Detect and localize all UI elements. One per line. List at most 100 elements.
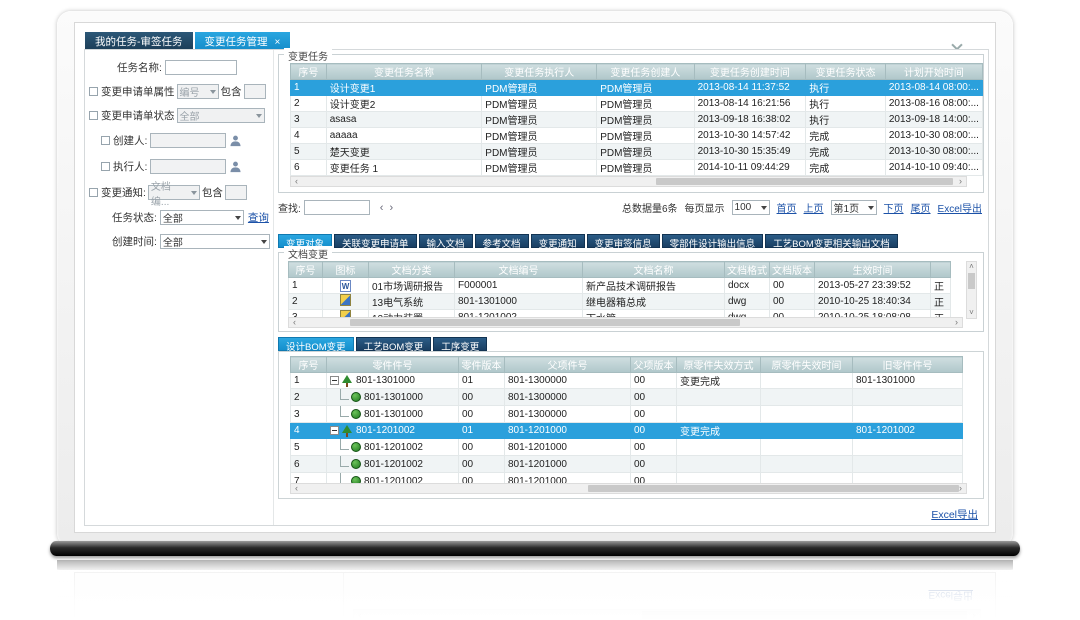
tab-my-tasks[interactable]: 我的任务-审签任务	[85, 32, 193, 49]
request-attr-dropdown[interactable]: 编号	[177, 84, 219, 99]
bom-tab-2[interactable]: 工艺BOM变更	[356, 337, 432, 351]
notice-dropdown[interactable]: 文档编...	[148, 185, 200, 200]
column-header[interactable]: 零件件号	[327, 357, 459, 373]
scroll-thumb[interactable]	[350, 319, 740, 326]
detail-tab-5[interactable]: 变更通知	[531, 234, 585, 248]
column-header[interactable]: 原零件失效时间	[761, 357, 853, 373]
doc-hscrollbar[interactable]: ‹ ›	[288, 317, 963, 328]
bom-tab-1[interactable]: 设计BOM变更	[278, 337, 354, 351]
table-row[interactable]: 3asasaPDM管理员PDM管理员2013-09-18 16:38:02执行2…	[291, 112, 983, 128]
table-row[interactable]: 3801-130100000801-130000000	[291, 406, 963, 423]
column-header[interactable]: 文档格式	[725, 262, 770, 278]
collapse-node-icon[interactable]	[330, 426, 339, 435]
find-next-icon[interactable]: ›	[389, 202, 393, 214]
column-header[interactable]: 文档名称	[583, 262, 725, 278]
creator-input[interactable]	[150, 133, 226, 148]
column-header[interactable]: 文档分类	[369, 262, 455, 278]
find-input[interactable]	[304, 200, 370, 215]
excel-export-link[interactable]: Excel导出	[938, 200, 982, 215]
column-header[interactable]: 序号	[291, 357, 327, 373]
query-link[interactable]: 查询	[248, 210, 269, 225]
table-row[interactable]: 1W01市场调研报告F000001新产品技术调研报告docx002013-05-…	[289, 278, 951, 294]
first-page-link[interactable]: 首页	[777, 200, 797, 215]
scroll-thumb[interactable]	[588, 485, 959, 492]
column-header[interactable]: 生效时间	[815, 262, 931, 278]
next-page-link[interactable]: 下页	[884, 200, 904, 215]
executor-input[interactable]	[150, 159, 226, 174]
detail-tab-2[interactable]: 关联变更申请单	[334, 234, 417, 248]
table-row[interactable]: 213电气系统801-1301000继电器箱总成dwg002010-10-25 …	[289, 294, 951, 310]
change-task-group-title: 变更任务	[284, 48, 332, 63]
table-row[interactable]: 6变更任务 1PDM管理员PDM管理员2014-10-11 09:44:29完成…	[291, 160, 983, 176]
table-cell	[677, 456, 761, 473]
column-header[interactable]: 变更任务名称	[326, 64, 482, 80]
column-header[interactable]: 零件版本	[459, 357, 505, 373]
last-page-link[interactable]: 尾页	[911, 200, 931, 215]
scroll-left-icon[interactable]: ‹	[291, 177, 302, 186]
notice-contains-input[interactable]	[225, 185, 247, 200]
scroll-right-icon[interactable]: ›	[955, 484, 966, 493]
prev-page-link[interactable]: 上页	[804, 200, 824, 215]
scroll-down-icon[interactable]: ˅	[967, 308, 976, 318]
scroll-left-icon[interactable]: ‹	[289, 318, 300, 327]
column-header[interactable]: 变更任务状态	[806, 64, 886, 80]
tab-change-task-management[interactable]: 变更任务管理×	[195, 32, 291, 49]
detail-tab-4[interactable]: 参考文档	[475, 234, 529, 248]
scroll-left-icon[interactable]: ‹	[291, 484, 302, 493]
scroll-up-icon[interactable]: ˄	[967, 262, 976, 272]
creator-checkbox[interactable]	[101, 136, 110, 145]
collapse-node-icon[interactable]	[330, 376, 339, 385]
notice-checkbox[interactable]	[89, 188, 98, 197]
doc-vscrollbar[interactable]: ˄ ˅	[966, 261, 977, 319]
bom-hscrollbar[interactable]: ‹ ›	[290, 483, 967, 494]
request-attr-checkbox[interactable]	[89, 87, 98, 96]
column-header[interactable]: 文档编号	[455, 262, 583, 278]
user-picker-icon[interactable]	[229, 160, 242, 173]
find-prev-icon[interactable]: ‹	[380, 202, 384, 214]
column-header[interactable]	[931, 262, 951, 278]
task-name-input[interactable]	[165, 60, 237, 75]
table-row[interactable]: 6801-120100200801-120100000	[291, 456, 963, 473]
detail-tab-6[interactable]: 变更审签信息	[587, 234, 660, 248]
column-header[interactable]: 旧零件件号	[853, 357, 963, 373]
request-attr-contains-input[interactable]	[244, 84, 266, 99]
scroll-right-icon[interactable]: ›	[951, 318, 962, 327]
column-header[interactable]: 变更任务执行人	[482, 64, 597, 80]
page-size-dropdown[interactable]: 100	[732, 200, 770, 215]
bom-tab-3[interactable]: 工序变更	[433, 337, 487, 351]
excel-export-bottom-link[interactable]: Excel导出	[931, 507, 978, 522]
request-status-dropdown[interactable]: 全部	[177, 108, 265, 123]
column-header[interactable]: 父项版本	[631, 357, 677, 373]
executor-checkbox[interactable]	[101, 162, 110, 171]
user-picker-icon[interactable]	[229, 134, 242, 147]
column-header[interactable]: 图标	[323, 262, 369, 278]
scroll-thumb[interactable]	[968, 273, 975, 289]
table-row[interactable]: 1801-130100001801-130000000变更完成801-13010…	[291, 373, 963, 389]
scroll-thumb[interactable]	[656, 178, 953, 185]
table-row[interactable]: 4aaaaaPDM管理员PDM管理员2013-10-30 14:57:42完成2…	[291, 128, 983, 144]
table-row[interactable]: 2801-130100000801-130000000	[291, 389, 963, 406]
column-header[interactable]: 原零件失效方式	[677, 357, 761, 373]
scroll-right-icon[interactable]: ›	[955, 177, 966, 186]
table-row[interactable]: 1设计变更1PDM管理员PDM管理员2013-08-14 11:37:52执行2…	[291, 80, 983, 96]
column-header[interactable]: 父项件号	[505, 357, 631, 373]
column-header[interactable]: 变更任务创建人	[597, 64, 694, 80]
detail-tab-3[interactable]: 输入文档	[419, 234, 473, 248]
column-header[interactable]: 计划开始时间	[885, 64, 982, 80]
change-task-hscrollbar[interactable]: ‹ ›	[290, 176, 967, 187]
close-tab-icon[interactable]: ×	[275, 37, 281, 48]
column-header[interactable]: 序号	[291, 64, 327, 80]
request-status-checkbox[interactable]	[89, 111, 98, 120]
task-status-dropdown[interactable]: 全部	[160, 210, 244, 225]
detail-tab-8[interactable]: 工艺BOM变更相关输出文档	[765, 234, 898, 248]
table-row[interactable]: 2设计变更2PDM管理员PDM管理员2013-08-14 16:21:56执行2…	[291, 96, 983, 112]
table-row[interactable]: 5801-120100200801-120100000	[291, 439, 963, 456]
column-header[interactable]: 序号	[289, 262, 323, 278]
column-header[interactable]: 文档版本	[770, 262, 815, 278]
column-header[interactable]: 变更任务创建时间	[694, 64, 806, 80]
table-row[interactable]: 4801-120100201801-120100000变更完成801-12010…	[291, 423, 963, 439]
table-row[interactable]: 5楚天变更PDM管理员PDM管理员2013-10-30 15:35:49完成20…	[291, 144, 983, 160]
create-time-dropdown[interactable]: 全部	[160, 234, 270, 249]
detail-tab-7[interactable]: 零部件设计输出信息	[662, 234, 764, 248]
page-dropdown[interactable]: 第1页	[831, 200, 877, 215]
